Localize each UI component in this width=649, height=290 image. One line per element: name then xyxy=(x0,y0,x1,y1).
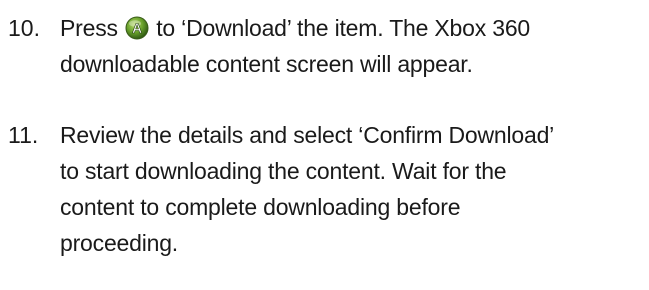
step-line: Review the details and select ‘Confirm D… xyxy=(60,122,555,148)
step-line: to start downloading the content. Wait f… xyxy=(60,158,507,184)
step-line: proceeding. xyxy=(60,230,178,256)
step-text-segment: Press xyxy=(60,15,118,41)
step-text: Review the details and select ‘Confirm D… xyxy=(60,117,645,261)
step-text-segment: to ‘Download’ the item. The Xbox 360 xyxy=(156,15,531,41)
step-number: 10. xyxy=(8,15,40,41)
step-line: Press A to ‘Download’ the item. The Xbox… xyxy=(60,10,645,46)
button-letter: A xyxy=(132,20,142,36)
step-line: content to complete downloading before xyxy=(60,194,461,220)
step-text: Press A to ‘Download’ the item. The Xbox… xyxy=(60,10,645,82)
step-line: downloadable content screen will appear. xyxy=(60,51,473,77)
step-number: 11. xyxy=(8,122,39,148)
xbox-a-button-icon: A xyxy=(125,16,149,40)
